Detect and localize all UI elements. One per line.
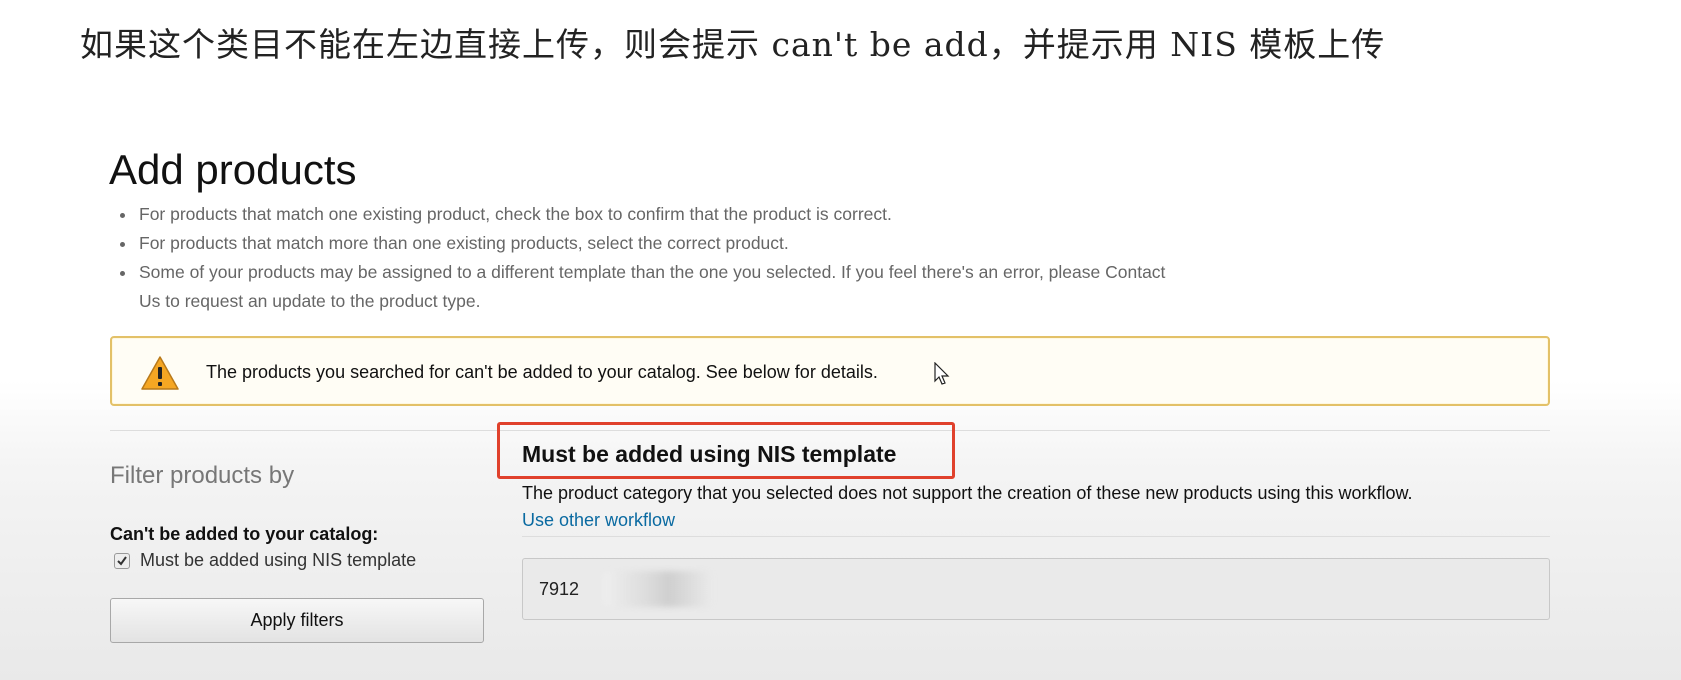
mouse-cursor-icon — [934, 362, 950, 385]
filter-group-label: Can't be added to your catalog: — [110, 524, 379, 544]
filter-option-label: Must be added using NIS template — [140, 550, 417, 570]
video-caption: 如果这个类目不能在左边直接上传，则会提示 can't be add，并提示用 N… — [80, 25, 1386, 64]
result-description: The product category that you selected d… — [522, 483, 1413, 503]
filter-option-nis-template[interactable]: Must be added using NIS template — [114, 550, 416, 571]
instructions-list: For products that match one existing pro… — [115, 200, 1177, 316]
result-title: Must be added using NIS template — [522, 441, 897, 467]
instruction-item: For products that match one existing pro… — [137, 200, 1177, 229]
result-divider — [522, 536, 1550, 537]
instruction-item: For products that match more than one ex… — [137, 229, 1177, 258]
filter-checkbox[interactable] — [114, 552, 130, 569]
use-other-workflow-link[interactable]: Use other workflow — [522, 510, 675, 531]
page-title: Add products — [109, 146, 357, 193]
alert-message: The products you searched for can't be a… — [206, 362, 878, 382]
warning-alert: The products you searched for can't be a… — [110, 336, 1550, 406]
checkmark-icon — [117, 555, 127, 566]
warning-triangle-icon — [141, 356, 179, 390]
blurred-region — [603, 571, 713, 607]
instruction-item: Some of your products may be assigned to… — [137, 258, 1177, 316]
product-id: 7912 — [539, 579, 580, 599]
filter-heading: Filter products by — [110, 462, 295, 489]
apply-filters-button[interactable]: Apply filters — [110, 598, 484, 643]
product-row[interactable]: 7912 — [522, 558, 1550, 620]
